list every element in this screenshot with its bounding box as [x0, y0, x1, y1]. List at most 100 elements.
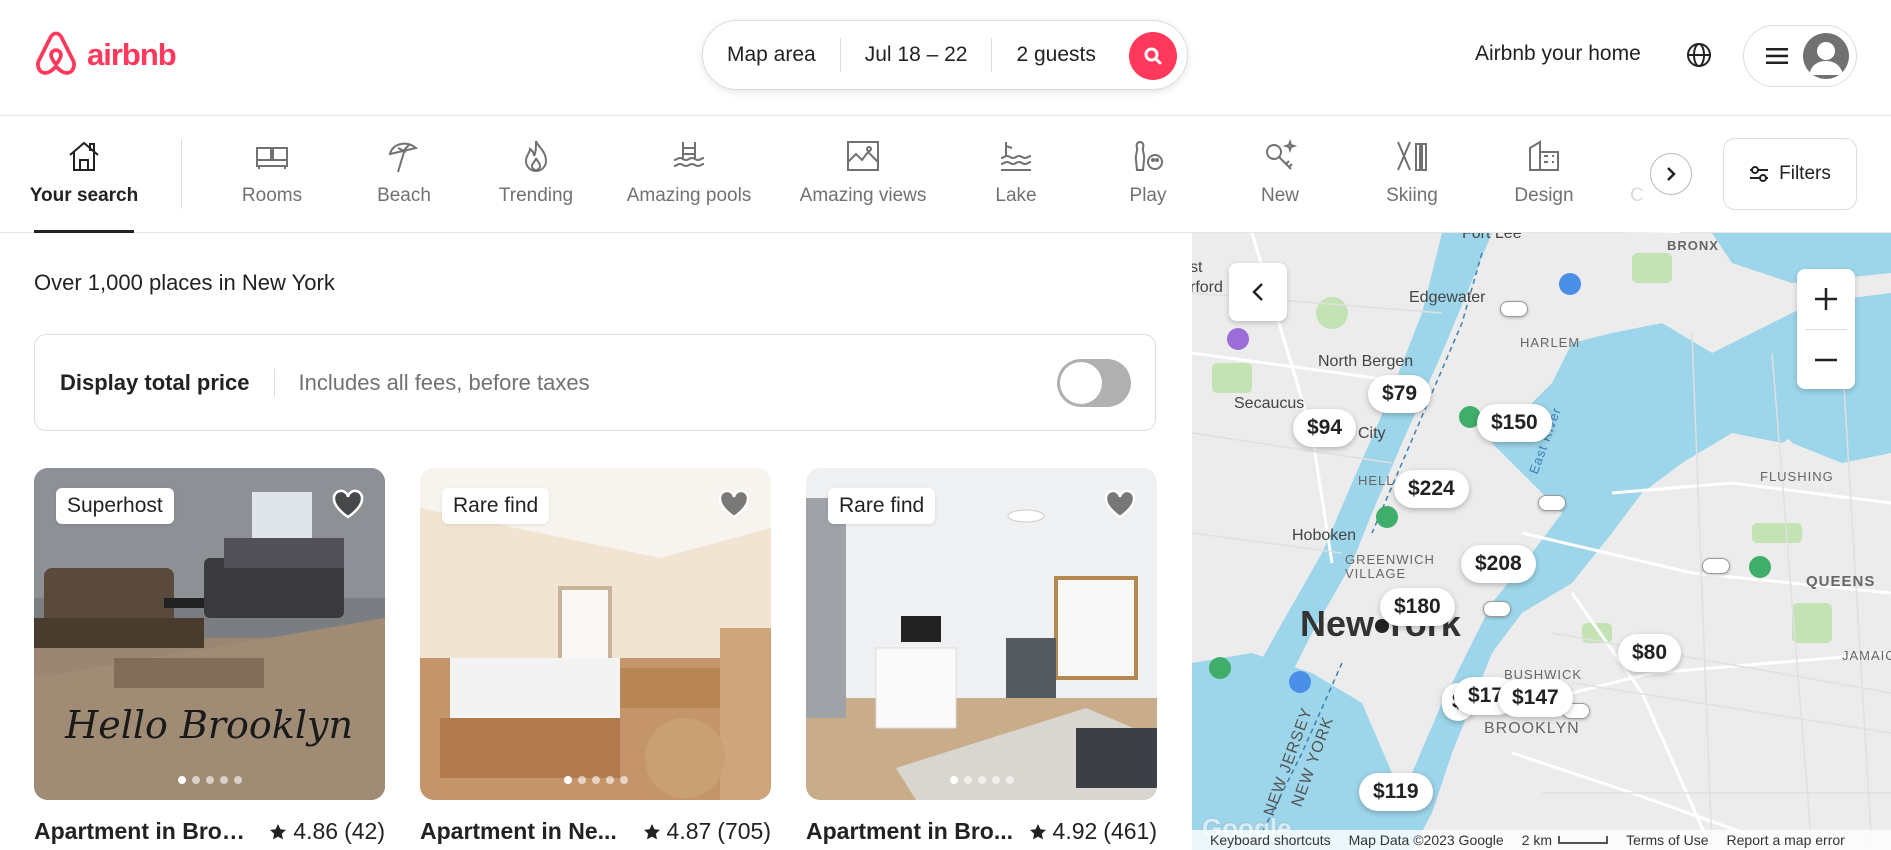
- skis-icon: [1397, 141, 1427, 171]
- zoom-out-button[interactable]: [1797, 330, 1855, 390]
- category-play[interactable]: Play: [1108, 117, 1188, 233]
- dot: [605, 776, 614, 784]
- map-footer: Keyboard shortcuts Map Data ©2023 Google…: [1192, 830, 1891, 850]
- price-pin[interactable]: $150: [1477, 404, 1552, 442]
- search-button[interactable]: [1129, 32, 1177, 80]
- mini-price-pin[interactable]: [1483, 601, 1511, 617]
- avatar: [1803, 33, 1849, 79]
- category-label: Amazing views: [799, 185, 927, 206]
- poi-marker[interactable]: [1289, 671, 1311, 693]
- price-pin[interactable]: $147: [1498, 679, 1573, 717]
- dot: [219, 776, 228, 784]
- results-count: Over 1,000 places in New York: [34, 270, 335, 295]
- category-label: New: [1260, 185, 1299, 206]
- park-marker[interactable]: [1209, 657, 1231, 679]
- category-rooms[interactable]: Rooms: [232, 117, 312, 233]
- pool-icon: [673, 142, 705, 168]
- poi-marker[interactable]: [1559, 273, 1581, 295]
- category-amazing-pools[interactable]: Amazing pools: [620, 117, 758, 233]
- report-error-link[interactable]: Report a map error: [1727, 832, 1845, 848]
- total-price-title: Display total price: [60, 368, 275, 397]
- menu-icon: [1766, 48, 1788, 64]
- category-label: Design: [1514, 185, 1574, 206]
- mini-price-pin[interactable]: [1538, 495, 1566, 511]
- listing-photo[interactable]: Rare find: [420, 468, 771, 800]
- total-price-toggle[interactable]: [1057, 359, 1131, 407]
- search-icon: [1144, 47, 1162, 65]
- bed-icon: [256, 147, 288, 169]
- category-new[interactable]: New: [1240, 117, 1320, 233]
- map-data-attribution: Map Data ©2023 Google: [1348, 832, 1504, 848]
- category-trending[interactable]: Trending: [496, 117, 576, 233]
- terms-link[interactable]: Terms of Use: [1626, 832, 1708, 848]
- map-label: BRONX: [1667, 238, 1719, 253]
- poi-marker[interactable]: [1227, 328, 1249, 350]
- heart-icon[interactable]: [1103, 488, 1137, 520]
- category-beach[interactable]: Beach: [364, 117, 444, 233]
- star-icon: [1029, 823, 1046, 839]
- filters-button[interactable]: Filters: [1723, 138, 1857, 210]
- search-dates[interactable]: Jul 18 – 22: [841, 43, 992, 67]
- star-icon: [643, 823, 660, 839]
- price-pin[interactable]: $79: [1368, 375, 1432, 413]
- dot: [963, 776, 972, 784]
- building-icon: [1529, 140, 1559, 171]
- scale-label: 2 km: [1521, 832, 1553, 848]
- park-marker[interactable]: [1749, 556, 1771, 578]
- price-pin[interactable]: $224: [1394, 470, 1469, 508]
- category-your-search[interactable]: Your search: [30, 117, 138, 233]
- listing-card[interactable]: Hello Brooklyn Superhost Apartment in Br…: [34, 468, 385, 845]
- photo-dots: [34, 776, 385, 784]
- search-location[interactable]: Map area: [703, 43, 840, 67]
- price-pin[interactable]: $208: [1461, 545, 1536, 583]
- listing-card[interactable]: Rare find Apartment in Bro... 4.92 (461): [806, 468, 1157, 845]
- review-count: (42): [344, 818, 385, 844]
- search-guests[interactable]: 2 guests: [992, 43, 1119, 67]
- mini-price-pin[interactable]: [1500, 301, 1528, 317]
- user-icon: [1809, 42, 1843, 75]
- mini-price-pin[interactable]: [1702, 558, 1730, 574]
- listing-meta: Apartment in Bro... 4.92 (461): [806, 818, 1157, 845]
- dot: [577, 776, 586, 784]
- price-pin[interactable]: $180: [1380, 588, 1455, 626]
- heart-icon[interactable]: [331, 488, 365, 520]
- filters-label: Filters: [1779, 163, 1831, 184]
- search-bar[interactable]: Map area Jul 18 – 22 2 guests: [702, 20, 1188, 90]
- plus-icon: [1815, 288, 1837, 310]
- dot: [949, 776, 958, 784]
- toggle-knob: [1060, 362, 1102, 404]
- dot: [177, 776, 186, 784]
- user-menu-button[interactable]: [1743, 25, 1857, 87]
- dot: [205, 776, 214, 784]
- listing-badge: Rare find: [828, 488, 936, 524]
- language-button[interactable]: [1686, 42, 1712, 73]
- category-next-button[interactable]: [1650, 153, 1692, 195]
- category-bar: Your search Rooms Beach Trending Amazing…: [0, 117, 1891, 233]
- category-label: Rooms: [241, 185, 303, 206]
- category-label: Play: [1129, 185, 1167, 206]
- home-icon: [69, 141, 99, 171]
- keyboard-shortcuts-link[interactable]: Keyboard shortcuts: [1210, 832, 1331, 848]
- price-pin[interactable]: $119: [1359, 773, 1433, 811]
- price-pin[interactable]: $80: [1618, 634, 1682, 672]
- category-design[interactable]: Design: [1504, 117, 1584, 233]
- zoom-in-button[interactable]: [1797, 269, 1855, 329]
- listing-photo[interactable]: Hello Brooklyn Superhost: [34, 468, 385, 800]
- category-label: Skiing: [1386, 185, 1438, 206]
- listing-card[interactable]: Rare find Apartment in Ne... 4.87 (705): [420, 468, 771, 845]
- map-label: HELL: [1358, 473, 1395, 488]
- heart-icon[interactable]: [717, 488, 751, 520]
- host-link[interactable]: Airbnb your home: [1475, 42, 1641, 66]
- airbnb-logo[interactable]: airbnb: [33, 30, 177, 80]
- category-label: Your search: [29, 185, 139, 206]
- category-lake[interactable]: Lake: [976, 117, 1056, 233]
- category-skiing[interactable]: Skiing: [1372, 117, 1452, 233]
- price-pin[interactable]: $94: [1293, 409, 1357, 447]
- map-label: rford: [1192, 279, 1223, 296]
- listing-photo[interactable]: Rare find: [806, 468, 1157, 800]
- map[interactable]: Fort Lee Edgewater BRONX HARLEM North Be…: [1192, 233, 1891, 850]
- category-amazing-views[interactable]: Amazing views: [798, 117, 928, 233]
- park-marker[interactable]: [1376, 506, 1398, 528]
- map-label: Fort Lee: [1462, 233, 1522, 242]
- collapse-map-button[interactable]: [1229, 263, 1287, 321]
